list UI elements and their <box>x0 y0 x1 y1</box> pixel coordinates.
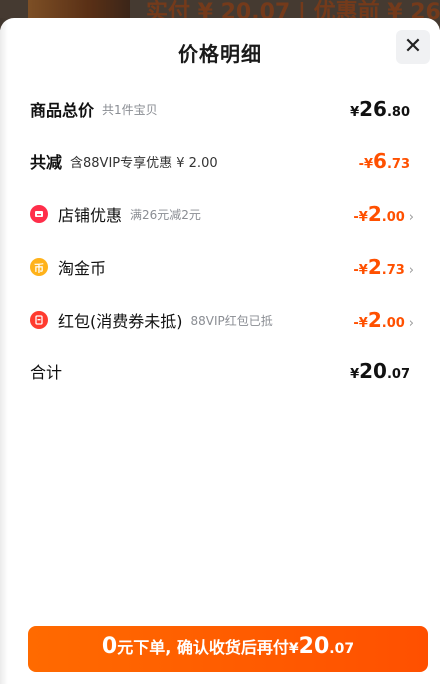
pay-later-order-button[interactable]: 0 元下单, 确认收货后再付 ¥ 20 .07 <box>28 626 428 672</box>
row-red-packet[interactable]: 红包(消费券未抵) 88VIP红包已抵 -¥ 2.00 › <box>0 305 440 335</box>
cta-text: 元下单, 确认收货后再付 <box>117 638 289 657</box>
goods-count-note: 共1件宝贝 <box>102 102 158 117</box>
sum-label: 合计 <box>30 363 63 382</box>
shop-discount-amount: -¥ 2.00 <box>353 202 405 226</box>
row-taojinbi[interactable]: 币 淘金币 -¥ 2.73 › <box>0 252 440 282</box>
reduction-label: 共减 <box>30 153 63 172</box>
cta-zero: 0 <box>101 634 118 659</box>
close-icon: ✕ <box>403 34 423 59</box>
shop-discount-label: 店铺优惠 <box>58 206 123 225</box>
row-shop-discount[interactable]: 店铺优惠 满26元减2元 -¥ 2.00 › <box>0 199 440 229</box>
goods-total-label: 商品总价 <box>30 101 95 120</box>
vip-discount-note: 含88VIP专享优惠 ¥ 2.00 <box>70 155 218 171</box>
taojinbi-icon: 币 <box>30 258 48 276</box>
close-button[interactable]: ✕ <box>396 30 430 64</box>
row-total-reduction: 共减 含88VIP专享优惠 ¥ 2.00 -¥ 6.73 <box>0 146 440 176</box>
cta-amount-dec: .07 <box>329 641 355 657</box>
shop-icon <box>30 205 48 223</box>
red-packet-amount: -¥ 2.00 <box>353 308 405 332</box>
row-goods-total: 商品总价 共1件宝贝 ¥26.80 <box>0 94 440 124</box>
chevron-right-icon: › <box>408 316 414 331</box>
red-packet-icon <box>30 311 48 329</box>
cta-currency: ¥ <box>288 641 299 657</box>
sheet-title: 价格明细 <box>178 42 262 66</box>
red-packet-label: 红包(消费券未抵) <box>58 312 183 331</box>
shop-discount-rule: 满26元减2元 <box>130 207 201 222</box>
taojinbi-amount: -¥ 2.73 <box>353 255 405 279</box>
red-packet-note: 88VIP红包已抵 <box>190 313 273 328</box>
cta-amount-int: 20 <box>298 634 330 659</box>
sum-amount: ¥20.07 <box>350 359 410 383</box>
chevron-right-icon: › <box>408 210 414 225</box>
goods-total-amount: ¥26.80 <box>350 97 410 121</box>
row-sum: 合计 ¥20.07 <box>0 356 440 386</box>
reduction-amount: -¥ 6.73 <box>358 149 410 173</box>
taojinbi-label: 淘金币 <box>58 259 107 278</box>
chevron-right-icon: › <box>408 263 414 278</box>
